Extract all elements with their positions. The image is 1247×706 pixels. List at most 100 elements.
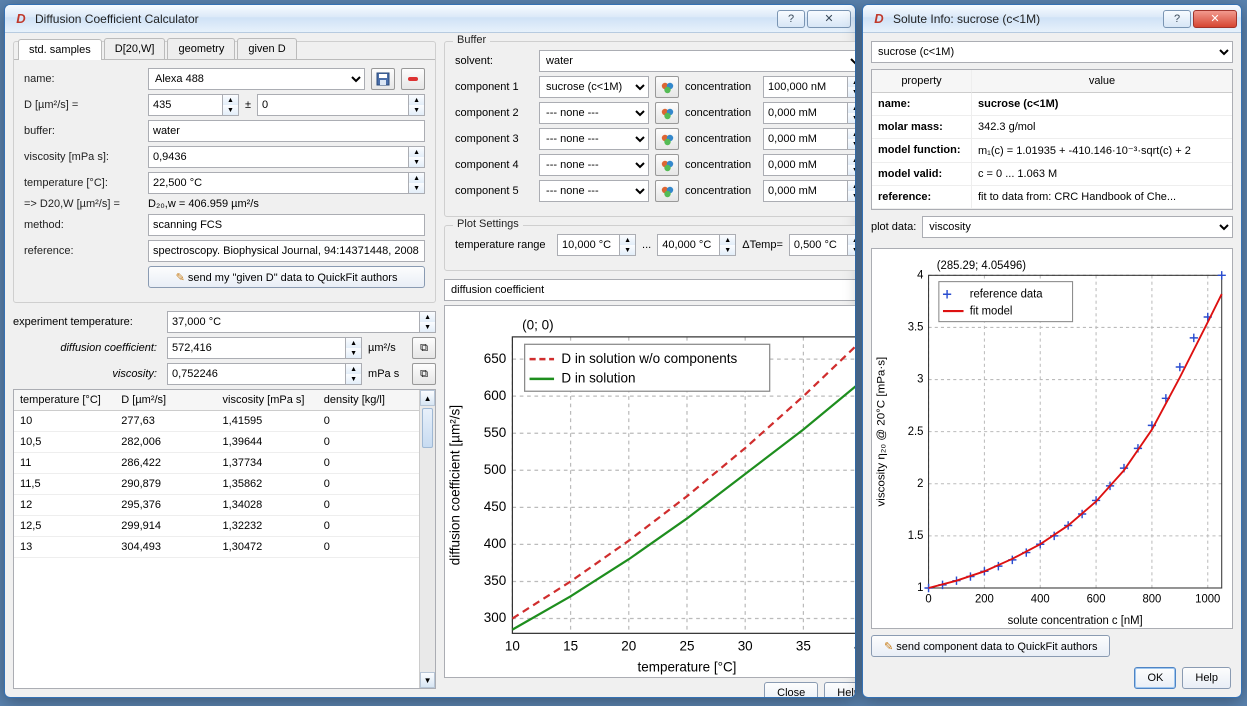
component-info-icon[interactable] (655, 154, 679, 176)
component-label: component 3 (455, 133, 533, 145)
component-info-icon[interactable] (655, 102, 679, 124)
th-temperature[interactable]: temperature [°C] (14, 390, 115, 411)
tab-std-samples[interactable]: std. samples (18, 39, 102, 60)
out-visc-input[interactable] (167, 363, 345, 385)
help-winbutton[interactable]: ? (777, 10, 805, 28)
th-density[interactable]: density [kg/l] (318, 390, 419, 411)
table-row[interactable]: 10,5282,0061,396440 (14, 432, 419, 453)
plot-data-select[interactable]: viscosity (922, 216, 1233, 238)
concentration-5-input[interactable] (763, 180, 847, 202)
svg-text:600: 600 (1087, 594, 1106, 606)
prop-key: molar mass: (872, 116, 972, 139)
svg-text:3: 3 (917, 374, 923, 386)
table-row[interactable]: 11286,4221,377340 (14, 453, 419, 474)
help-button[interactable]: Help (824, 682, 855, 697)
diff-coef-input[interactable] (167, 337, 345, 359)
svg-text:25: 25 (680, 639, 695, 654)
svg-text:solute concentration c [nM]: solute concentration c [nM] (1008, 615, 1143, 627)
component-3-select[interactable]: --- none --- (539, 128, 649, 150)
dtemp-input[interactable] (789, 234, 847, 256)
dc-unit: µm²/s (368, 342, 406, 354)
concentration-label: concentration (685, 107, 757, 119)
table-row[interactable]: 13304,4931,304720 (14, 537, 419, 558)
table-scrollbar[interactable]: ▲▼ (419, 390, 435, 688)
help-button[interactable]: Help (1182, 667, 1231, 689)
solute-select[interactable]: sucrose (c<1M) (871, 41, 1233, 63)
viscosity-input[interactable] (148, 146, 408, 168)
solvent-select[interactable]: water (539, 50, 855, 72)
help-winbutton[interactable]: ? (1163, 10, 1191, 28)
component-info-icon[interactable] (655, 76, 679, 98)
temperature-input[interactable] (148, 172, 408, 194)
component-info-icon[interactable] (655, 128, 679, 150)
svg-text:viscosity η₂₀ @ 20°C [mPa·s]: viscosity η₂₀ @ 20°C [mPa·s] (875, 357, 887, 507)
d-err-input[interactable] (257, 94, 408, 116)
plot-quantity-select[interactable]: diffusion coefficient (444, 279, 855, 301)
send-given-d-button[interactable]: ✎ send my "given D" data to QuickFit aut… (148, 266, 425, 288)
temperature-label: temperature [°C]: (24, 177, 142, 189)
ok-button[interactable]: OK (1134, 667, 1176, 689)
component-2-select[interactable]: --- none --- (539, 102, 649, 124)
sample-name-select[interactable]: Alexa 488 (148, 68, 365, 90)
buffer-legend: Buffer (453, 34, 490, 46)
concentration-1-input[interactable] (763, 76, 847, 98)
tab-given-d[interactable]: given D (237, 38, 296, 59)
component-1-select[interactable]: sucrose (c<1M) (539, 76, 649, 98)
component-5-select[interactable]: --- none --- (539, 180, 649, 202)
th-d[interactable]: D [µm²/s] (115, 390, 216, 411)
concentration-2-input[interactable] (763, 102, 847, 124)
spin-down[interactable]: ▼ (223, 105, 238, 115)
plotset-legend: Plot Settings (453, 218, 523, 230)
th-value: value (972, 70, 1232, 93)
save-icon[interactable] (371, 68, 395, 90)
concentration-4-input[interactable] (763, 154, 847, 176)
buffer-input[interactable] (148, 120, 425, 142)
component-info-icon[interactable] (655, 180, 679, 202)
spin-up[interactable]: ▲ (223, 95, 238, 105)
plusminus-label: ± (245, 99, 251, 111)
svg-text:15: 15 (563, 639, 578, 654)
exp-temperature-input[interactable] (167, 311, 419, 333)
table-row[interactable]: 10277,631,415950 (14, 411, 419, 432)
viscosity-plot[interactable]: 0200400600800100011.522.533.54solute con… (871, 248, 1233, 629)
th-property: property (872, 70, 972, 93)
delete-icon[interactable] (401, 68, 425, 90)
svg-text:500: 500 (484, 462, 506, 477)
reference-input[interactable] (148, 240, 425, 262)
svg-text:400: 400 (1031, 594, 1050, 606)
svg-text:3.5: 3.5 (908, 321, 924, 333)
tab-geometry[interactable]: geometry (167, 38, 235, 59)
d-value-input[interactable] (148, 94, 222, 116)
tab-d20w[interactable]: D[20,W] (104, 38, 166, 59)
svg-text:1.5: 1.5 (908, 530, 924, 542)
close-winbutton[interactable]: ✕ (1193, 10, 1237, 28)
th-visc[interactable]: viscosity [mPa s] (217, 390, 318, 411)
viscosity-label: viscosity [mPa s]: (24, 151, 142, 163)
send-component-button[interactable]: ✎ send component data to QuickFit author… (871, 635, 1110, 657)
method-input[interactable] (148, 214, 425, 236)
svg-text:2.5: 2.5 (908, 426, 924, 438)
copy-dc-icon[interactable]: ⧉ (412, 337, 436, 359)
concentration-3-input[interactable] (763, 128, 847, 150)
diffusion-plot[interactable]: 10152025303540300350400450500550600650te… (444, 305, 855, 678)
svg-text:fit model: fit model (970, 305, 1013, 317)
concentration-label: concentration (685, 185, 757, 197)
prop-key: reference: (872, 186, 972, 209)
close-winbutton[interactable]: ✕ (807, 10, 851, 28)
close-button[interactable]: Close (764, 682, 818, 697)
tmin-input[interactable] (557, 234, 619, 256)
method-label: method: (24, 219, 142, 231)
table-row[interactable]: 11,5290,8791,358620 (14, 474, 419, 495)
table-row[interactable]: 12,5299,9141,322320 (14, 516, 419, 537)
component-4-select[interactable]: --- none --- (539, 154, 649, 176)
table-row[interactable]: 12295,3761,340280 (14, 495, 419, 516)
window-title: Solute Info: sucrose (c<1M) (893, 12, 1161, 26)
svg-text:diffusion coefficient [µm²/s]: diffusion coefficient [µm²/s] (448, 405, 463, 565)
d20w-label: => D20,W [µm²/s] = (24, 198, 142, 210)
tmax-input[interactable] (657, 234, 719, 256)
app-icon: D (13, 11, 29, 27)
prop-value: fit to data from: CRC Handbook of Che... (972, 186, 1232, 209)
svg-text:35: 35 (796, 639, 811, 654)
copy-visc-icon[interactable]: ⧉ (412, 363, 436, 385)
visc-unit: mPa s (368, 368, 406, 380)
